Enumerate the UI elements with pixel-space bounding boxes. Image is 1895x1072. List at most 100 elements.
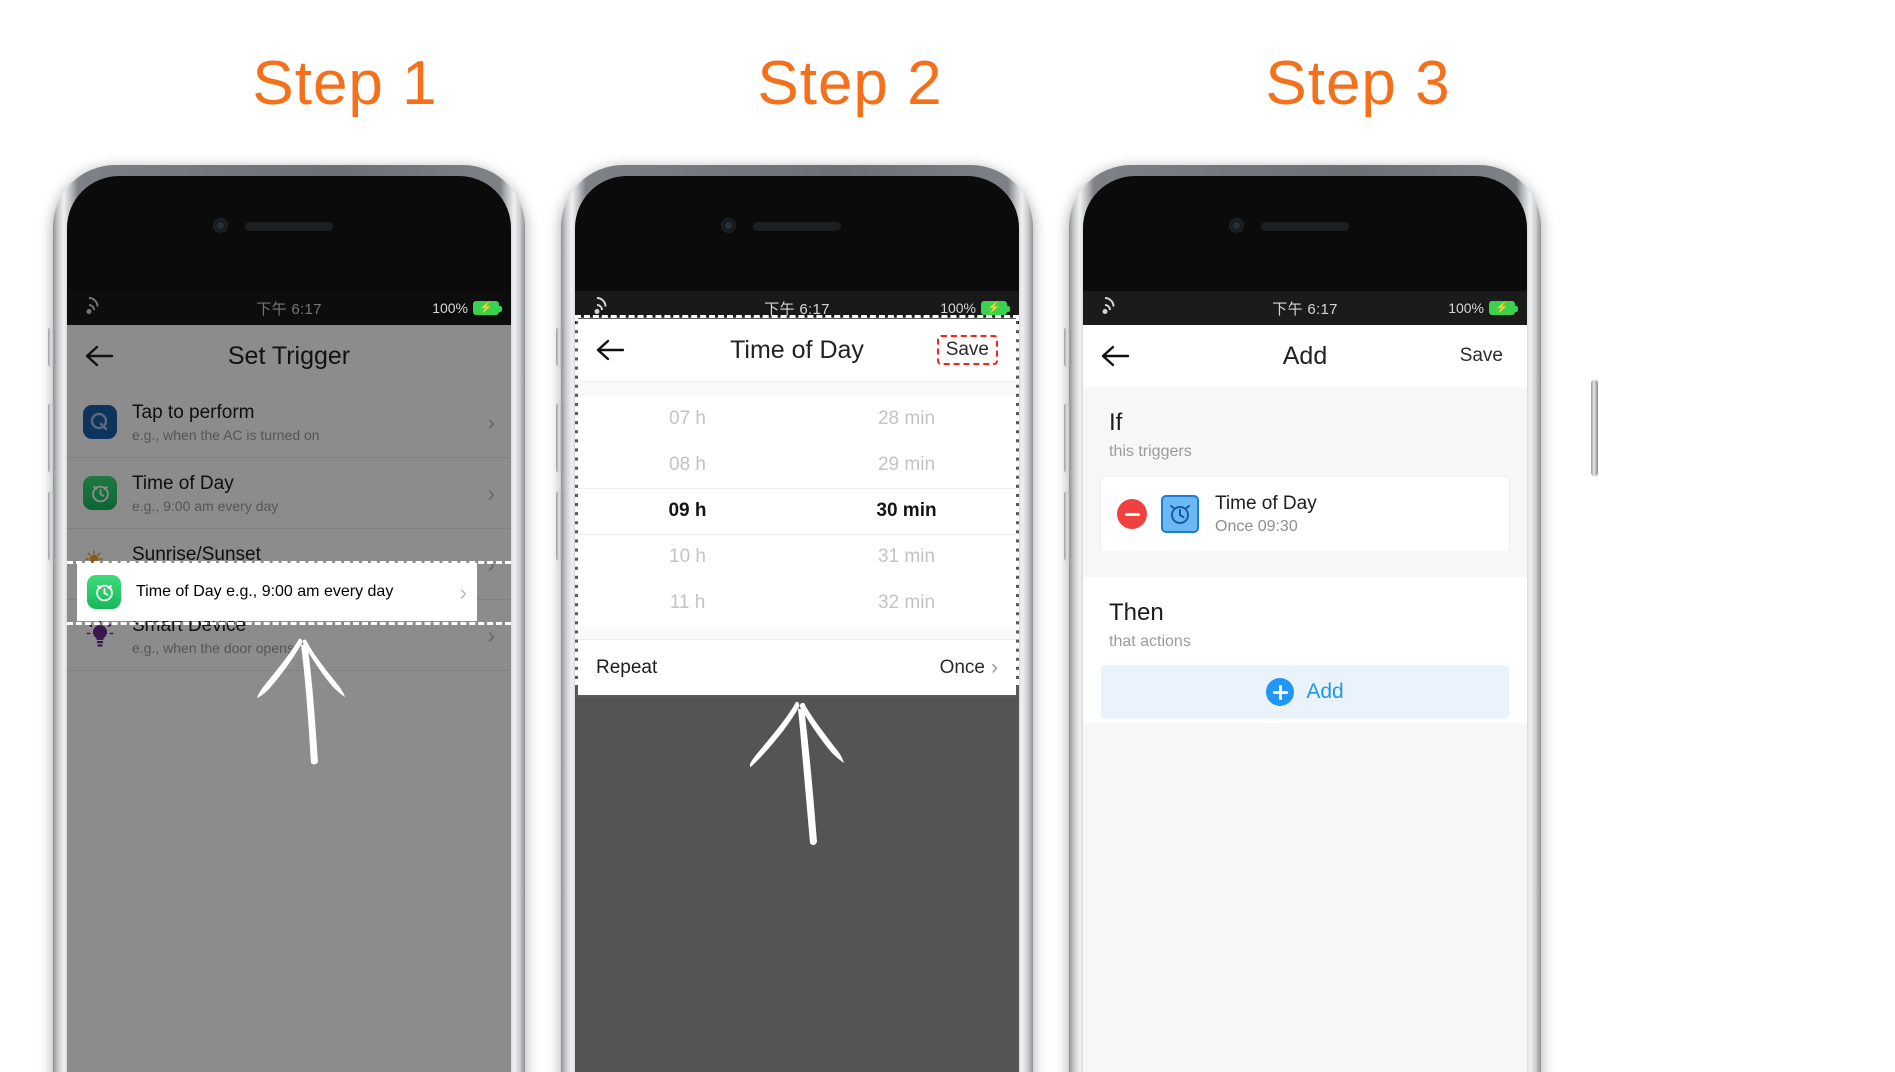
minute-column[interactable]: 28 min 29 min 30 min 31 min 32 min: [797, 396, 1016, 625]
front-camera-icon: [213, 218, 228, 233]
hour-option[interactable]: 10 h: [578, 534, 797, 580]
time-of-day-dialog: Time of Day Save 07 h 08 h 09 h 10 h 11 …: [578, 319, 1016, 695]
phone-step-1: 下午 6:17 100% ⚡ Set Trigger Tap to perfor…: [45, 165, 585, 1072]
front-camera-icon: [721, 218, 736, 233]
wifi-icon: [75, 293, 102, 320]
tap-to-perform-icon: [83, 405, 117, 439]
battery-percent-label: 100%: [1448, 300, 1484, 316]
volume-up-button[interactable]: [48, 403, 55, 473]
status-bar-right: 100% ⚡: [1448, 300, 1518, 316]
trigger-card-title: Time of Day: [1215, 492, 1317, 514]
then-subheading: that actions: [1109, 633, 1191, 650]
list-item-subtitle: e.g., when the door opens: [132, 639, 294, 656]
chevron-right-icon: ›: [487, 550, 495, 577]
phone-step-2: 下午 6:17 100% ⚡ Time of Day Save 07 h 08 …: [553, 165, 1093, 1072]
earpiece-speaker: [753, 222, 841, 231]
list-item-time-of-day[interactable]: Time of Day e.g., 9:00 am every day ›: [67, 458, 511, 529]
phone-2-screen: 下午 6:17 100% ⚡ Time of Day Save 07 h 08 …: [575, 291, 1019, 1072]
status-bar: 下午 6:17 100% ⚡: [1083, 291, 1527, 325]
screenshot-root: Step 1 Step 2 Step 3 下午 6:17 100% ⚡ Set …: [0, 0, 1895, 1072]
chevron-right-icon: ›: [991, 656, 998, 679]
app-bar: Add Save: [1083, 325, 1527, 387]
highlight-dash-bottom: [67, 622, 511, 625]
repeat-value: Once: [939, 656, 985, 678]
volume-up-button[interactable]: [1064, 403, 1071, 473]
mute-switch[interactable]: [556, 327, 563, 367]
automation-editor-body: If this triggers Time of Day Once 09:30 …: [1083, 387, 1527, 1072]
remove-minus-icon[interactable]: [1117, 499, 1147, 529]
back-arrow-icon[interactable]: [85, 345, 115, 367]
highlighted-row-subtitle: e.g., 9:00 am every day: [226, 583, 394, 600]
back-arrow-icon[interactable]: [596, 339, 626, 361]
earpiece-speaker: [1261, 222, 1349, 231]
highlight-dash-top: [67, 561, 511, 564]
wifi-icon: [1091, 293, 1118, 320]
then-section-header: Then that actions: [1083, 577, 1527, 651]
hour-option[interactable]: 08 h: [578, 442, 797, 488]
list-item-subtitle: e.g., 9:00 am every day: [132, 497, 279, 514]
status-bar-right: 100% ⚡: [940, 300, 1010, 316]
then-heading: Then: [1109, 599, 1164, 626]
phone-glass: 下午 6:17 100% ⚡ Time of Day Save 07 h 08 …: [575, 176, 1019, 1072]
power-button[interactable]: [1591, 380, 1598, 476]
trigger-list: Tap to perform e.g., when the AC is turn…: [67, 387, 511, 671]
save-button[interactable]: Save: [936, 335, 998, 365]
battery-charging-icon: ⚡: [981, 301, 1010, 315]
wifi-icon: [583, 293, 610, 320]
highlighted-time-of-day-row[interactable]: Time of Day e.g., 9:00 am every day ›: [77, 563, 477, 621]
volume-down-button[interactable]: [48, 491, 55, 561]
plus-circle-icon: [1266, 678, 1295, 706]
page-title: Set Trigger: [227, 341, 351, 370]
chevron-right-icon: ›: [487, 479, 495, 506]
step-1-label: Step 1: [252, 49, 438, 118]
if-heading: If: [1109, 409, 1123, 436]
list-item-text: Time of Day e.g., 9:00 am every day: [132, 473, 278, 514]
minute-option[interactable]: 31 min: [797, 534, 1016, 580]
app-bar: Set Trigger: [67, 325, 511, 387]
back-arrow-icon[interactable]: [1101, 345, 1131, 367]
phone-glass: 下午 6:17 100% ⚡ Set Trigger Tap to perfor…: [67, 176, 511, 1072]
minute-option-selected[interactable]: 30 min: [797, 488, 1016, 534]
alarm-clock-icon: [83, 476, 117, 510]
hour-option[interactable]: 07 h: [578, 396, 797, 442]
battery-charging-icon: ⚡: [1489, 301, 1518, 315]
minute-option[interactable]: 28 min: [797, 396, 1016, 442]
repeat-row[interactable]: Repeat Once ›: [578, 639, 1016, 695]
mute-switch[interactable]: [1064, 327, 1071, 367]
repeat-label: Repeat: [596, 656, 658, 678]
time-picker[interactable]: 07 h 08 h 09 h 10 h 11 h 28 min 29 min 3…: [578, 381, 1016, 639]
volume-down-button[interactable]: [556, 491, 563, 561]
trigger-card-text: Time of Day Once 09:30: [1215, 493, 1317, 536]
hour-option[interactable]: 11 h: [578, 580, 797, 626]
minute-option[interactable]: 29 min: [797, 442, 1016, 488]
list-item-subtitle: e.g., when the AC is turned on: [132, 426, 320, 443]
if-subheading: this triggers: [1109, 443, 1192, 460]
if-section-header: If this triggers: [1083, 387, 1527, 461]
chevron-right-icon: ›: [459, 578, 467, 605]
status-bar: 下午 6:17 100% ⚡: [67, 291, 511, 325]
trigger-card-subtitle: Once 09:30: [1215, 517, 1298, 535]
hour-column[interactable]: 07 h 08 h 09 h 10 h 11 h: [578, 396, 797, 625]
picker-columns: 07 h 08 h 09 h 10 h 11 h 28 min 29 min 3…: [578, 396, 1016, 625]
earpiece-speaker: [245, 222, 333, 231]
phone-3-screen: 下午 6:17 100% ⚡ Add Save If this triggers…: [1083, 291, 1527, 1072]
battery-charging-icon: ⚡: [473, 301, 502, 315]
save-button[interactable]: Save: [1454, 342, 1509, 370]
picker-fade-top: [578, 382, 1016, 396]
list-item-title: Tap to perform: [132, 401, 255, 423]
chevron-right-icon: ›: [487, 408, 495, 435]
add-action-button[interactable]: Add: [1101, 665, 1509, 719]
add-action-label: Add: [1306, 680, 1344, 703]
volume-down-button[interactable]: [1064, 491, 1071, 561]
repeat-value-group: Once ›: [940, 657, 998, 679]
dialog-app-bar: Time of Day Save: [578, 319, 1016, 381]
hour-option-selected[interactable]: 09 h: [578, 488, 797, 534]
alarm-clock-icon: [1161, 495, 1199, 533]
trigger-card-time-of-day[interactable]: Time of Day Once 09:30: [1101, 477, 1509, 551]
mute-switch[interactable]: [48, 327, 55, 367]
minute-option[interactable]: 32 min: [797, 580, 1016, 626]
volume-up-button[interactable]: [556, 403, 563, 473]
chevron-right-icon: ›: [487, 621, 495, 648]
list-item-tap-to-perform[interactable]: Tap to perform e.g., when the AC is turn…: [67, 387, 511, 458]
list-item-text: Tap to perform e.g., when the AC is turn…: [132, 402, 320, 443]
